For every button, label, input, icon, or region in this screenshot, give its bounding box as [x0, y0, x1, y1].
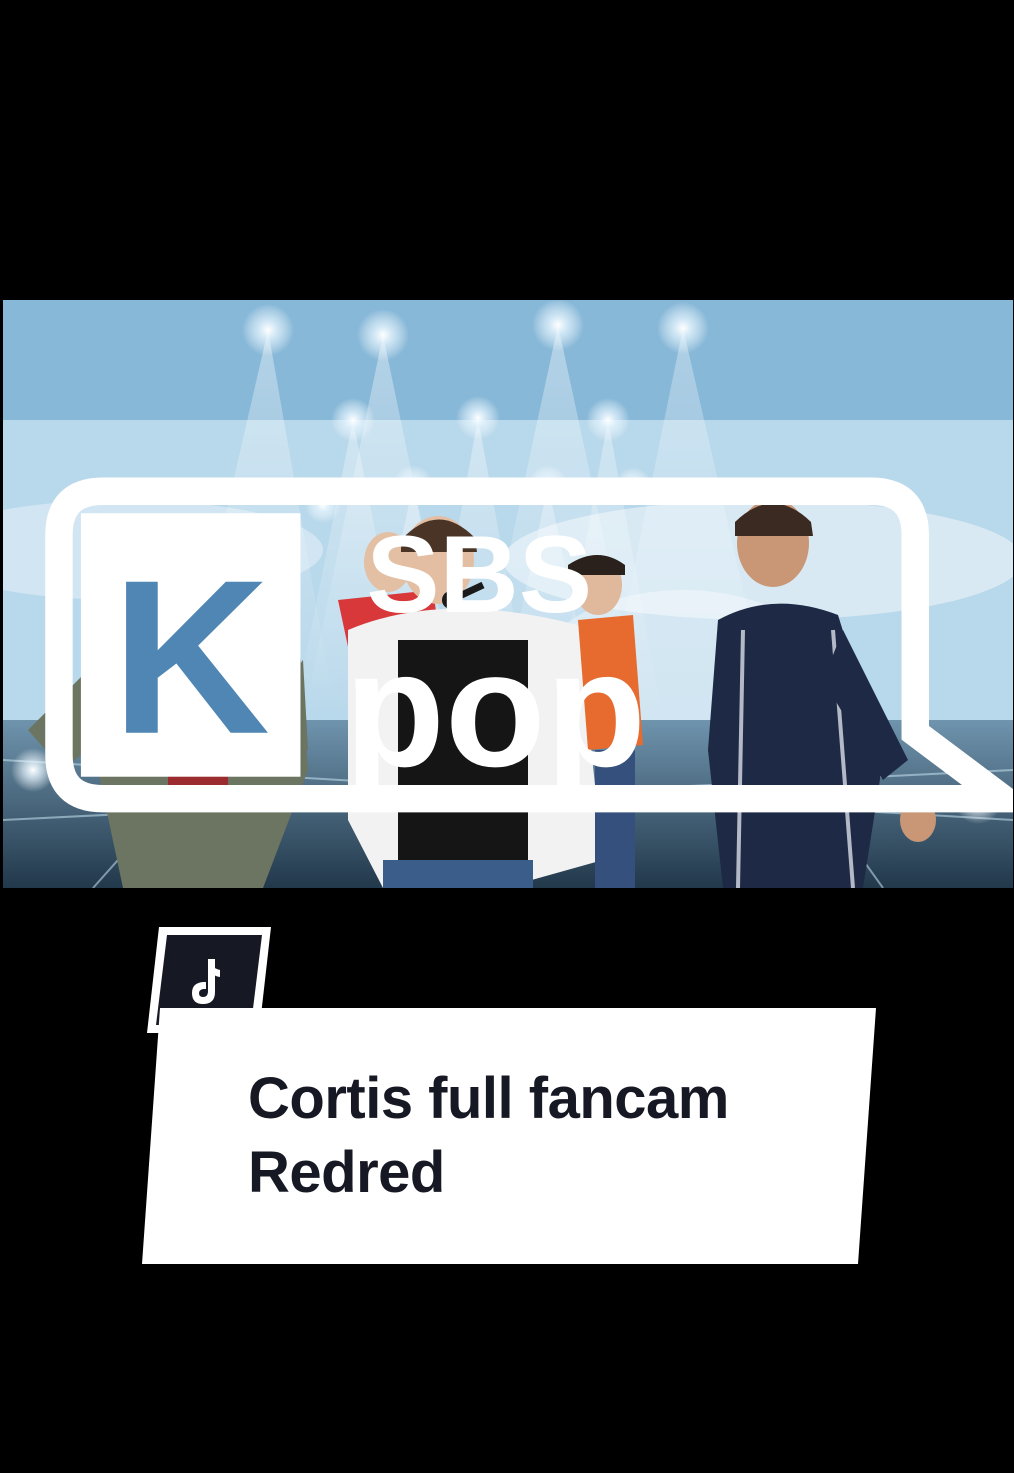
caption-text: Cortis full fancam Redred — [248, 1062, 848, 1210]
broadcaster-logo-line2: pop — [344, 617, 646, 801]
broadcaster-logo-mark: K — [111, 534, 270, 780]
caption-line-1: Cortis full fancam — [248, 1066, 729, 1131]
broadcaster-logo: K SBS pop — [37, 340, 1013, 813]
video-frame[interactable]: K SBS pop — [3, 300, 1013, 888]
caption-line-2: Redred — [248, 1140, 445, 1205]
